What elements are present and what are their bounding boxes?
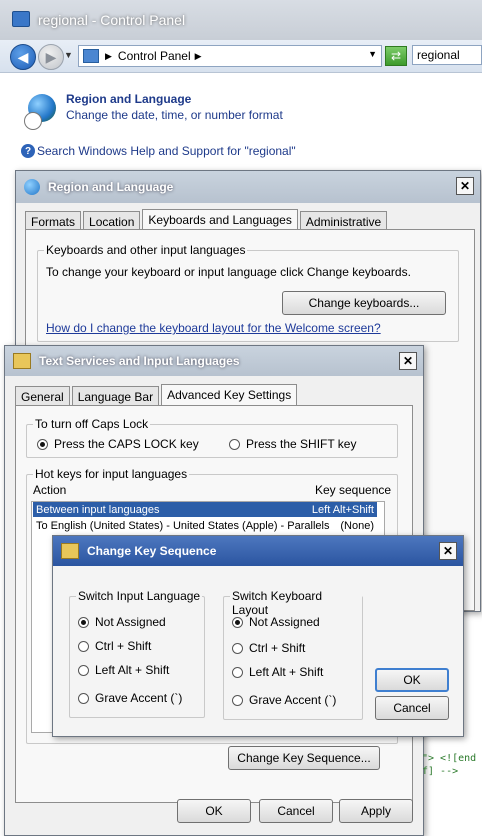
tab-advanced-key-settings[interactable]: Advanced Key Settings (161, 384, 298, 407)
instruction-text: To change your keyboard or input languag… (46, 265, 411, 279)
breadcrumb-control-panel[interactable]: Control Panel (118, 49, 191, 63)
radio-selected-icon (37, 438, 48, 450)
search-help-link[interactable]: Search Windows Help and Support for "reg… (37, 144, 296, 158)
close-button[interactable]: ✕ (399, 352, 417, 370)
radio-label: Not Assigned (95, 615, 166, 629)
group-label: Switch Keyboard Layout (230, 589, 362, 617)
caps-lock-group: To turn off Caps Lock Press the CAPS LOC… (26, 417, 398, 458)
layout-not-assigned-radio[interactable]: Not Assigned (232, 615, 320, 629)
code-line: "> <![end (422, 753, 477, 764)
radio-unselected-icon (229, 438, 240, 450)
keyboard-icon (61, 543, 79, 559)
row-action: To English (United States) - United Stat… (36, 519, 330, 532)
dialog-title: Region and Language (48, 180, 174, 194)
help-icon: ? (21, 144, 35, 158)
radio-unselected-icon (232, 642, 243, 654)
radio-unselected-icon (232, 666, 243, 678)
dialog-title: Text Services and Input Languages (39, 354, 240, 368)
table-row[interactable]: To English (United States) - United Stat… (33, 518, 377, 533)
radio-label: Press the SHIFT key (246, 437, 357, 451)
refresh-button[interactable]: ⇄ (385, 46, 407, 66)
radio-label: Press the CAPS LOCK key (54, 437, 199, 451)
dialog-titlebar: Region and Language ✕ (16, 171, 480, 203)
ok-button[interactable]: OK (177, 799, 251, 823)
chevron-right-icon[interactable]: ▶ (105, 51, 112, 62)
change-date-time-link[interactable]: Change the date, time, or number format (66, 108, 283, 122)
dialog-titlebar: Text Services and Input Languages ✕ (5, 346, 423, 376)
layout-left-alt-shift-radio[interactable]: Left Alt + Shift (232, 665, 323, 679)
radio-label: Grave Accent (`) (95, 691, 183, 705)
radio-label: Grave Accent (`) (249, 693, 337, 707)
caps-lock-key-radio[interactable]: Press the CAPS LOCK key (37, 437, 199, 451)
row-action: Between input languages (36, 503, 160, 516)
cancel-button[interactable]: Cancel (375, 696, 449, 720)
close-button[interactable]: ✕ (439, 542, 457, 560)
code-line: f] --> (422, 766, 459, 777)
address-bar: ◀ ▶ ▼ ▶ Control Panel ▶ ▼ ⇄ (0, 40, 482, 73)
layout-ctrl-shift-radio[interactable]: Ctrl + Shift (232, 641, 305, 655)
shift-key-radio[interactable]: Press the SHIFT key (229, 437, 356, 451)
radio-unselected-icon (78, 692, 89, 704)
layout-grave-accent-radio[interactable]: Grave Accent (`) (232, 693, 336, 707)
tab-general[interactable]: General (15, 386, 70, 407)
tab-language-bar[interactable]: Language Bar (71, 386, 160, 407)
change-key-sequence-dialog: Change Key Sequence ✕ Switch Input Langu… (52, 535, 464, 737)
group-label: To turn off Caps Lock (33, 417, 151, 431)
window-title: regional - Control Panel (38, 12, 186, 28)
back-button[interactable]: ◀ (10, 44, 36, 70)
clock-icon (24, 112, 42, 130)
input-ctrl-shift-radio[interactable]: Ctrl + Shift (78, 639, 151, 653)
chevron-right-icon[interactable]: ▶ (195, 51, 202, 62)
input-not-assigned-radio[interactable]: Not Assigned (78, 615, 166, 629)
background-code-snippet: "> <![end f] --> (422, 752, 476, 778)
row-sequence: Left Alt+Shift (311, 503, 374, 516)
radio-label: Ctrl + Shift (95, 639, 152, 653)
address-dropdown-icon[interactable]: ▼ (368, 49, 377, 59)
apply-button[interactable]: Apply (339, 799, 413, 823)
radio-unselected-icon (78, 640, 89, 652)
row-sequence: (None) (340, 519, 374, 532)
cancel-button[interactable]: Cancel (259, 799, 333, 823)
column-header-action: Action (33, 483, 67, 497)
search-input[interactable] (412, 45, 482, 65)
radio-unselected-icon (232, 694, 243, 706)
switch-keyboard-layout-group: Switch Keyboard Layout Not Assigned Ctrl… (223, 589, 363, 720)
input-left-alt-shift-radio[interactable]: Left Alt + Shift (78, 663, 169, 677)
group-label: Switch Input Language (76, 589, 203, 603)
switch-input-language-group: Switch Input Language Not Assigned Ctrl … (69, 589, 205, 718)
close-button[interactable]: ✕ (456, 177, 474, 195)
forward-button[interactable]: ▶ (38, 44, 64, 70)
control-panel-icon (83, 49, 99, 63)
radio-label: Left Alt + Shift (95, 663, 170, 677)
control-panel-icon (12, 11, 30, 27)
region-and-language-link[interactable]: Region and Language (66, 92, 191, 106)
tab-strip: General Language Bar Advanced Key Settin… (15, 384, 299, 407)
dialog-titlebar: Change Key Sequence ✕ (53, 536, 463, 566)
window-titlebar: regional - Control Panel (0, 0, 482, 40)
keyboards-group: Keyboards and other input languages To c… (37, 243, 459, 342)
radio-unselected-icon (78, 664, 89, 676)
table-row[interactable]: Between input languages Left Alt+Shift (33, 502, 377, 517)
radio-label: Left Alt + Shift (249, 665, 324, 679)
globe-icon (24, 179, 40, 195)
group-label: Hot keys for input languages (33, 467, 190, 481)
radio-selected-icon (78, 616, 89, 628)
radio-label: Not Assigned (249, 615, 320, 629)
change-keyboards-button[interactable]: Change keyboards... (282, 291, 446, 315)
input-grave-accent-radio[interactable]: Grave Accent (`) (78, 691, 182, 705)
radio-selected-icon (232, 616, 243, 628)
column-header-key-sequence: Key sequence (315, 483, 392, 497)
radio-label: Ctrl + Shift (249, 641, 306, 655)
recent-pages-dropdown-icon[interactable]: ▼ (64, 50, 73, 60)
dialog-title: Change Key Sequence (87, 544, 217, 558)
group-label: Keyboards and other input languages (44, 243, 248, 257)
address-field[interactable]: ▶ Control Panel ▶ ▼ (78, 45, 382, 67)
keyboard-icon (13, 353, 31, 369)
welcome-screen-link[interactable]: How do I change the keyboard layout for … (46, 321, 381, 335)
ok-button[interactable]: OK (375, 668, 449, 692)
change-key-sequence-button[interactable]: Change Key Sequence... (228, 746, 380, 770)
